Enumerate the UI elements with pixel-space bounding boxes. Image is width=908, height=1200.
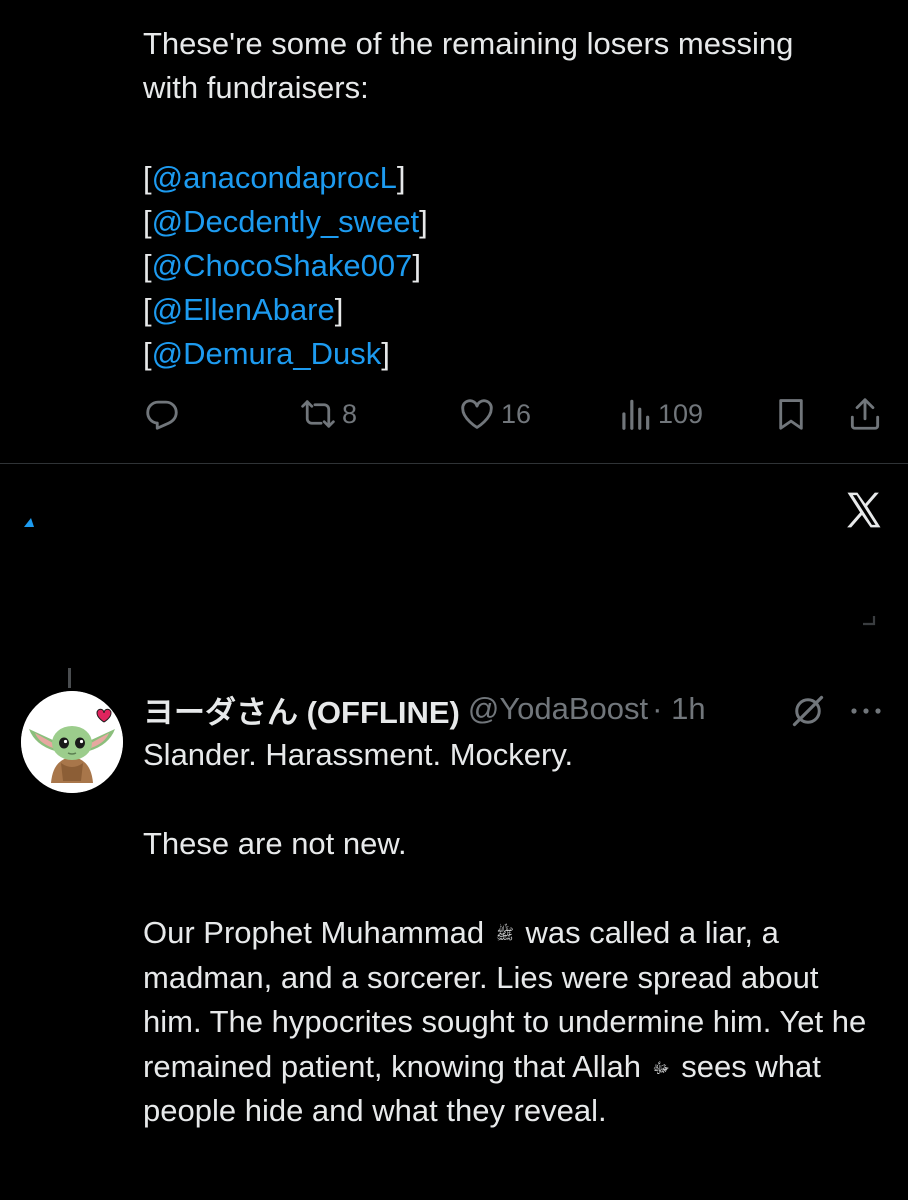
- share-icon: [850, 398, 880, 430]
- mention-item[interactable]: [@Decdently_sweet]: [143, 200, 428, 244]
- grok-icon[interactable]: [790, 693, 826, 729]
- honorific-glyph: ﷻ: [652, 1059, 670, 1077]
- repost-button[interactable]: 8: [298, 392, 357, 436]
- mention-item[interactable]: [@ChocoShake007]: [143, 244, 428, 288]
- share-button[interactable]: [846, 392, 884, 436]
- mention-item[interactable]: [@EllenAbare]: [143, 288, 428, 332]
- reply-button[interactable]: [143, 392, 185, 436]
- mention-item[interactable]: [@Demura_Dusk]: [143, 332, 428, 376]
- divider: [0, 463, 908, 464]
- handle[interactable]: @YodaBoost: [468, 691, 648, 727]
- views-count: 109: [658, 398, 704, 429]
- thread-line: [68, 668, 71, 688]
- x-logo-icon: [847, 492, 881, 528]
- corner-icon: [863, 616, 876, 626]
- mention-item[interactable]: [@anacondaprocL]: [143, 156, 428, 200]
- tweet-header: ヨーダさん (OFFLINE) @YodaBoost · 1h: [143, 687, 706, 731]
- honorific-glyph: ﷺ: [495, 926, 514, 944]
- mention-list: [@anacondaprocL] [@Decdently_sweet] [@Ch…: [143, 156, 428, 376]
- baby-yoda-avatar: [21, 691, 123, 793]
- mention-handle[interactable]: @Demura_Dusk: [152, 336, 382, 371]
- paragraph-3: Our Prophet Muhammad ﷺ was called a liar…: [143, 915, 875, 1128]
- like-button[interactable]: 16: [457, 392, 531, 436]
- heart-icon: [461, 399, 493, 429]
- mention-handle[interactable]: @EllenAbare: [152, 292, 335, 327]
- bookmark-button[interactable]: [772, 392, 810, 436]
- paragraph-2: These are not new.: [143, 826, 407, 861]
- like-count: 16: [501, 398, 532, 429]
- views-chart-icon: [622, 399, 650, 430]
- more-dots-icon[interactable]: [846, 696, 886, 726]
- mention-handle[interactable]: @Decdently_sweet: [152, 204, 420, 239]
- reply-icon: [146, 400, 178, 430]
- views-button[interactable]: 109: [616, 392, 703, 436]
- paragraph-1: Slander. Harassment. Mockery.: [143, 737, 574, 772]
- first-tweet-action-bar: 8 16 109: [0, 392, 908, 436]
- repost-icon: [301, 400, 335, 428]
- first-tweet-text: These're some of the remaining losers me…: [143, 22, 883, 110]
- paragraph-3-start: Our Prophet Muhammad: [143, 915, 485, 950]
- caret-icon: [24, 518, 34, 527]
- first-tweet-line-1: These're some of the remaining losers me…: [143, 26, 794, 61]
- mention-handle[interactable]: @anacondaprocL: [152, 160, 397, 195]
- display-name[interactable]: ヨーダさん (OFFLINE): [143, 687, 460, 732]
- second-tweet-text: Slander. Harassment. Mockery. These are …: [143, 733, 883, 1134]
- bookmark-icon: [779, 399, 803, 430]
- first-tweet-line-2: with fundraisers:: [143, 70, 369, 105]
- repost-count: 8: [342, 398, 358, 429]
- avatar[interactable]: [21, 691, 123, 793]
- mention-handle[interactable]: @ChocoShake007: [152, 248, 413, 283]
- timestamp[interactable]: · 1h: [652, 691, 705, 727]
